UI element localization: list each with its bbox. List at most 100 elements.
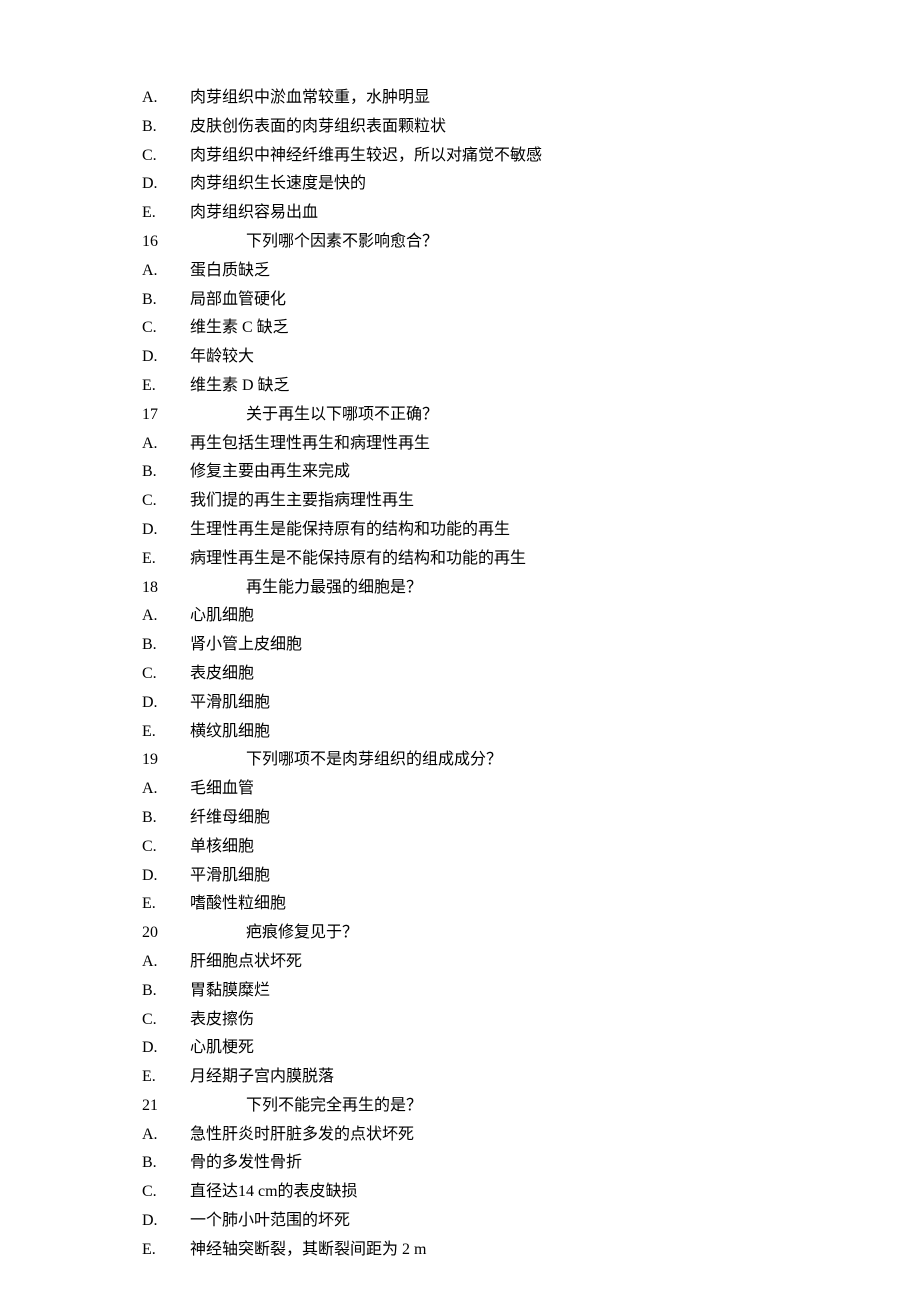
option-text: 平滑肌细胞 <box>190 689 270 718</box>
option-label: A. <box>142 948 190 977</box>
question-number: 19 <box>142 746 246 775</box>
option-text: 纤维母细胞 <box>190 804 270 833</box>
option-label: E. <box>142 372 190 401</box>
option-text: 表皮擦伤 <box>190 1006 254 1035</box>
question-text: 关于再生以下哪项不正确？ <box>246 401 438 430</box>
option-text: 直径达14 cm的表皮缺损 <box>190 1178 358 1207</box>
option-label: C. <box>142 142 190 171</box>
option-line: D.一个肺小叶范围的坏死 <box>142 1207 782 1236</box>
option-text: 心肌细胞 <box>190 602 254 631</box>
option-line: A.心肌细胞 <box>142 602 782 631</box>
option-text: 维生素 D 缺乏 <box>190 372 290 401</box>
option-text: 一个肺小叶范围的坏死 <box>190 1207 350 1236</box>
question-line: 19下列哪项不是肉芽组织的组成成分？ <box>142 746 782 775</box>
option-label: E. <box>142 1236 190 1265</box>
option-text: 嗜酸性粒细胞 <box>190 890 286 919</box>
option-label: B. <box>142 631 190 660</box>
option-line: A.急性肝炎时肝脏多发的点状坏死 <box>142 1121 782 1150</box>
option-text: 胃黏膜糜烂 <box>190 977 270 1006</box>
question-number: 17 <box>142 401 246 430</box>
option-text: 肾小管上皮细胞 <box>190 631 302 660</box>
option-line: E.神经轴突断裂，其断裂间距为 2 m <box>142 1236 782 1265</box>
option-label: E. <box>142 718 190 747</box>
option-line: D.年龄较大 <box>142 343 782 372</box>
option-line: A.肝细胞点状坏死 <box>142 948 782 977</box>
option-line: A.再生包括生理性再生和病理性再生 <box>142 430 782 459</box>
document-page: A.肉芽组织中淤血常较重，水肿明显B.皮肤创伤表面的肉芽组织表面颗粒状C.肉芽组… <box>0 0 782 1265</box>
option-text: 表皮细胞 <box>190 660 254 689</box>
option-label: D. <box>142 170 190 199</box>
option-line: C.单核细胞 <box>142 833 782 862</box>
option-text: 维生素 C 缺乏 <box>190 314 289 343</box>
option-label: C. <box>142 833 190 862</box>
option-label: A. <box>142 1121 190 1150</box>
option-line: C.肉芽组织中神经纤维再生较迟，所以对痛觉不敏感 <box>142 142 782 171</box>
question-number: 20 <box>142 919 246 948</box>
option-line: D.心肌梗死 <box>142 1034 782 1063</box>
option-text: 毛细血管 <box>190 775 254 804</box>
option-text: 我们提的再生主要指病理性再生 <box>190 487 414 516</box>
option-line: B.骨的多发性骨折 <box>142 1149 782 1178</box>
option-text: 肉芽组织中淤血常较重，水肿明显 <box>190 84 430 113</box>
option-label: D. <box>142 343 190 372</box>
option-label: D. <box>142 1034 190 1063</box>
option-label: D. <box>142 516 190 545</box>
option-text: 肉芽组织容易出血 <box>190 199 318 228</box>
option-label: B. <box>142 977 190 1006</box>
option-label: B. <box>142 113 190 142</box>
option-line: E.肉芽组织容易出血 <box>142 199 782 228</box>
option-label: A. <box>142 257 190 286</box>
option-label: E. <box>142 1063 190 1092</box>
option-label: B. <box>142 286 190 315</box>
option-line: C.我们提的再生主要指病理性再生 <box>142 487 782 516</box>
option-text: 修复主要由再生来完成 <box>190 458 350 487</box>
option-text: 心肌梗死 <box>190 1034 254 1063</box>
option-line: C.表皮细胞 <box>142 660 782 689</box>
option-label: D. <box>142 862 190 891</box>
option-text: 蛋白质缺乏 <box>190 257 270 286</box>
option-line: D.平滑肌细胞 <box>142 862 782 891</box>
option-text: 月经期子宫内膜脱落 <box>190 1063 334 1092</box>
question-number: 21 <box>142 1092 246 1121</box>
option-line: D.平滑肌细胞 <box>142 689 782 718</box>
option-line: B.纤维母细胞 <box>142 804 782 833</box>
option-line: B.皮肤创伤表面的肉芽组织表面颗粒状 <box>142 113 782 142</box>
option-label: C. <box>142 487 190 516</box>
option-label: A. <box>142 602 190 631</box>
option-line: C.表皮擦伤 <box>142 1006 782 1035</box>
option-text: 横纹肌细胞 <box>190 718 270 747</box>
option-label: D. <box>142 689 190 718</box>
question-text: 下列哪个因素不影响愈合？ <box>246 228 438 257</box>
question-line: 18再生能力最强的细胞是？ <box>142 574 782 603</box>
question-text: 疤痕修复见于？ <box>246 919 358 948</box>
option-text: 神经轴突断裂，其断裂间距为 2 m <box>190 1236 426 1265</box>
option-text: 再生包括生理性再生和病理性再生 <box>190 430 430 459</box>
option-label: B. <box>142 1149 190 1178</box>
question-line: 17关于再生以下哪项不正确？ <box>142 401 782 430</box>
option-label: E. <box>142 545 190 574</box>
option-line: E.横纹肌细胞 <box>142 718 782 747</box>
option-text: 肝细胞点状坏死 <box>190 948 302 977</box>
option-line: E.维生素 D 缺乏 <box>142 372 782 401</box>
option-label: A. <box>142 84 190 113</box>
option-line: B.肾小管上皮细胞 <box>142 631 782 660</box>
option-text: 皮肤创伤表面的肉芽组织表面颗粒状 <box>190 113 446 142</box>
option-label: E. <box>142 890 190 919</box>
option-text: 骨的多发性骨折 <box>190 1149 302 1178</box>
option-label: C. <box>142 1006 190 1035</box>
option-line: A.毛细血管 <box>142 775 782 804</box>
option-line: C.维生素 C 缺乏 <box>142 314 782 343</box>
option-label: C. <box>142 660 190 689</box>
option-line: E.病理性再生是不能保持原有的结构和功能的再生 <box>142 545 782 574</box>
option-label: A. <box>142 775 190 804</box>
option-line: B.局部血管硬化 <box>142 286 782 315</box>
option-label: A. <box>142 430 190 459</box>
question-text: 再生能力最强的细胞是？ <box>246 574 422 603</box>
option-text: 病理性再生是不能保持原有的结构和功能的再生 <box>190 545 526 574</box>
question-text: 下列哪项不是肉芽组织的组成成分？ <box>246 746 502 775</box>
option-text: 局部血管硬化 <box>190 286 286 315</box>
question-number: 16 <box>142 228 246 257</box>
option-text: 急性肝炎时肝脏多发的点状坏死 <box>190 1121 414 1150</box>
option-label: C. <box>142 1178 190 1207</box>
option-line: A.蛋白质缺乏 <box>142 257 782 286</box>
